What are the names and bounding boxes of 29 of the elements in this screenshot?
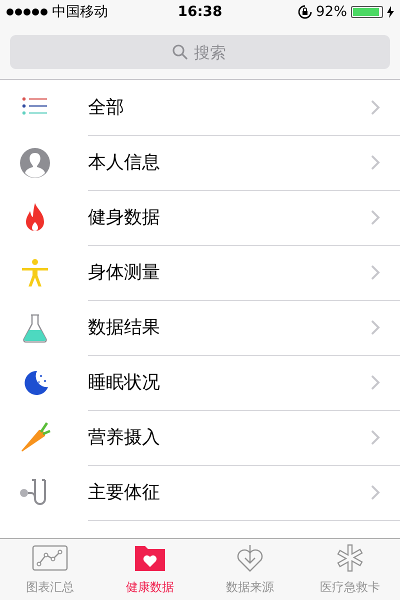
chevron-icon [371, 100, 380, 114]
category-label: 全部 [88, 96, 125, 119]
signal-icon [6, 8, 48, 16]
category-label: 数据结果 [88, 316, 161, 339]
clock-time: 16:38 [178, 4, 222, 20]
chevron-icon [371, 430, 380, 444]
body-icon [19, 256, 51, 288]
chevron-icon [371, 484, 380, 500]
battery-percent: 92% [316, 4, 348, 20]
category-label: 营养摄入 [88, 426, 161, 449]
carrot-icon [19, 422, 51, 454]
category-label: 本人信息 [88, 151, 161, 174]
search-icon [172, 44, 188, 60]
chart-icon [31, 543, 69, 573]
carrier-name: 中国移动 [52, 3, 108, 21]
category-label: 主要体征 [88, 481, 161, 504]
chevron-icon [371, 320, 380, 334]
tab-item[interactable]: 健康数据 [100, 539, 200, 600]
category-label: 身体测量 [88, 261, 161, 284]
category-label: 健身数据 [88, 206, 161, 229]
charging-icon [387, 6, 394, 18]
chevron-icon [371, 210, 380, 224]
rotation-lock-icon [298, 5, 312, 19]
category-label: 睡眠状况 [88, 371, 161, 394]
chevron-icon [371, 374, 380, 390]
person-icon [19, 146, 51, 178]
chevron-icon [371, 154, 380, 170]
chevron-icon [371, 264, 380, 280]
search-field[interactable]: 搜索 [10, 35, 390, 69]
